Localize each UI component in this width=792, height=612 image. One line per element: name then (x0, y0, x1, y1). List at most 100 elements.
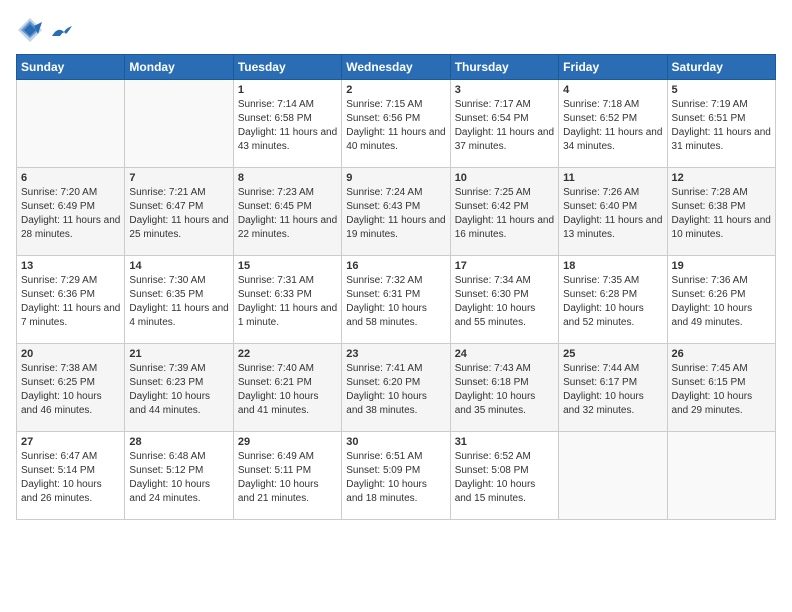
page-header (16, 16, 776, 44)
day-info: Sunrise: 7:29 AM Sunset: 6:36 PM Dayligh… (21, 274, 120, 330)
calendar-week-row: 6Sunrise: 7:20 AM Sunset: 6:49 PM Daylig… (17, 168, 776, 256)
day-number: 14 (129, 260, 228, 272)
day-info: Sunrise: 7:44 AM Sunset: 6:17 PM Dayligh… (563, 362, 662, 418)
calendar-header: SundayMondayTuesdayWednesdayThursdayFrid… (17, 55, 776, 80)
day-number: 22 (238, 348, 337, 360)
calendar-cell: 9 Sunrise: 7:24 AM Sunset: 6:43 PM Daylig… (342, 168, 450, 256)
day-number: 27 (21, 436, 120, 448)
day-info: Sunrise: 7:21 AM Sunset: 6:47 PM Dayligh… (129, 186, 228, 242)
day-info: Sunrise: 6:52 AM Sunset: 5:08 PM Dayligh… (455, 450, 554, 506)
day-info: Sunrise: 7:32 AM Sunset: 6:31 PM Dayligh… (346, 274, 445, 330)
weekday-header: Tuesday (233, 55, 341, 80)
day-number: 3 (455, 84, 554, 96)
day-info: Sunrise: 7:40 AM Sunset: 6:21 PM Dayligh… (238, 362, 337, 418)
calendar-cell: 17 Sunrise: 7:34 AM Sunset: 6:30 PM Dayli… (450, 256, 558, 344)
weekday-header: Friday (559, 55, 667, 80)
day-number: 16 (346, 260, 445, 272)
day-info: Sunrise: 6:47 AM Sunset: 5:14 PM Dayligh… (21, 450, 120, 506)
day-info: Sunrise: 7:23 AM Sunset: 6:45 PM Dayligh… (238, 186, 337, 242)
day-number: 17 (455, 260, 554, 272)
day-info: Sunrise: 6:51 AM Sunset: 5:09 PM Dayligh… (346, 450, 445, 506)
day-number: 23 (346, 348, 445, 360)
weekday-header: Sunday (17, 55, 125, 80)
day-info: Sunrise: 7:31 AM Sunset: 6:33 PM Dayligh… (238, 274, 337, 330)
calendar-cell: 12 Sunrise: 7:28 AM Sunset: 6:38 PM Dayli… (667, 168, 775, 256)
calendar-cell: 5 Sunrise: 7:19 AM Sunset: 6:51 PM Daylig… (667, 80, 775, 168)
calendar-cell: 26Sunrise: 7:45 AM Sunset: 6:15 PM Dayli… (667, 344, 775, 432)
day-info: Sunrise: 7:24 AM Sunset: 6:43 PM Dayligh… (346, 186, 445, 242)
calendar-cell: 25Sunrise: 7:44 AM Sunset: 6:17 PM Dayli… (559, 344, 667, 432)
day-number: 30 (346, 436, 445, 448)
calendar-cell: 29Sunrise: 6:49 AM Sunset: 5:11 PM Dayli… (233, 432, 341, 520)
day-info: Sunrise: 7:28 AM Sunset: 6:38 PM Dayligh… (672, 186, 771, 242)
day-info: Sunrise: 7:39 AM Sunset: 6:23 PM Dayligh… (129, 362, 228, 418)
calendar-cell (17, 80, 125, 168)
day-number: 9 (346, 172, 445, 184)
calendar-cell: 2Sunrise: 7:15 AM Sunset: 6:56 PM Daylig… (342, 80, 450, 168)
day-info: Sunrise: 7:26 AM Sunset: 6:40 PM Dayligh… (563, 186, 662, 242)
calendar-week-row: 1 Sunrise: 7:14 AM Sunset: 6:58 PM Daylig… (17, 80, 776, 168)
calendar-cell (125, 80, 233, 168)
day-number: 7 (129, 172, 228, 184)
calendar-cell: 20Sunrise: 7:38 AM Sunset: 6:25 PM Dayli… (17, 344, 125, 432)
logo-text (48, 22, 72, 38)
day-info: Sunrise: 7:19 AM Sunset: 6:51 PM Dayligh… (672, 98, 771, 154)
calendar-cell: 24 Sunrise: 7:43 AM Sunset: 6:18 PM Dayli… (450, 344, 558, 432)
calendar-cell: 11Sunrise: 7:26 AM Sunset: 6:40 PM Dayli… (559, 168, 667, 256)
day-info: Sunrise: 7:43 AM Sunset: 6:18 PM Dayligh… (455, 362, 554, 418)
calendar-cell: 10 Sunrise: 7:25 AM Sunset: 6:42 PM Dayli… (450, 168, 558, 256)
calendar-table: SundayMondayTuesdayWednesdayThursdayFrid… (16, 54, 776, 520)
logo-icon (16, 16, 44, 44)
weekday-header: Saturday (667, 55, 775, 80)
logo-bird-icon (50, 22, 72, 44)
day-number: 1 (238, 84, 337, 96)
logo (16, 16, 72, 44)
calendar-cell: 28Sunrise: 6:48 AM Sunset: 5:12 PM Dayli… (125, 432, 233, 520)
weekday-header: Monday (125, 55, 233, 80)
calendar-cell: 19 Sunrise: 7:36 AM Sunset: 6:26 PM Dayli… (667, 256, 775, 344)
calendar-cell: 30 Sunrise: 6:51 AM Sunset: 5:09 PM Dayli… (342, 432, 450, 520)
calendar-cell: 15 Sunrise: 7:31 AM Sunset: 6:33 PM Dayli… (233, 256, 341, 344)
calendar-body: 1 Sunrise: 7:14 AM Sunset: 6:58 PM Daylig… (17, 80, 776, 520)
calendar-cell: 16 Sunrise: 7:32 AM Sunset: 6:31 PM Dayli… (342, 256, 450, 344)
day-number: 4 (563, 84, 662, 96)
day-info: Sunrise: 7:38 AM Sunset: 6:25 PM Dayligh… (21, 362, 120, 418)
day-number: 24 (455, 348, 554, 360)
day-number: 19 (672, 260, 771, 272)
calendar-cell: 22 Sunrise: 7:40 AM Sunset: 6:21 PM Dayli… (233, 344, 341, 432)
calendar-cell: 1 Sunrise: 7:14 AM Sunset: 6:58 PM Daylig… (233, 80, 341, 168)
weekday-header: Wednesday (342, 55, 450, 80)
day-number: 2 (346, 84, 445, 96)
day-info: Sunrise: 7:34 AM Sunset: 6:30 PM Dayligh… (455, 274, 554, 330)
day-info: Sunrise: 7:41 AM Sunset: 6:20 PM Dayligh… (346, 362, 445, 418)
calendar-cell: 7 Sunrise: 7:21 AM Sunset: 6:47 PM Daylig… (125, 168, 233, 256)
calendar-week-row: 27 Sunrise: 6:47 AM Sunset: 5:14 PM Dayli… (17, 432, 776, 520)
calendar-week-row: 13Sunrise: 7:29 AM Sunset: 6:36 PM Dayli… (17, 256, 776, 344)
day-number: 12 (672, 172, 771, 184)
calendar-cell: 4Sunrise: 7:18 AM Sunset: 6:52 PM Daylig… (559, 80, 667, 168)
day-number: 5 (672, 84, 771, 96)
day-number: 29 (238, 436, 337, 448)
day-number: 8 (238, 172, 337, 184)
calendar-cell: 18Sunrise: 7:35 AM Sunset: 6:28 PM Dayli… (559, 256, 667, 344)
day-number: 31 (455, 436, 554, 448)
day-number: 15 (238, 260, 337, 272)
day-number: 21 (129, 348, 228, 360)
weekday-header: Thursday (450, 55, 558, 80)
calendar-cell: 3Sunrise: 7:17 AM Sunset: 6:54 PM Daylig… (450, 80, 558, 168)
calendar-cell (559, 432, 667, 520)
day-info: Sunrise: 6:48 AM Sunset: 5:12 PM Dayligh… (129, 450, 228, 506)
calendar-cell: 31 Sunrise: 6:52 AM Sunset: 5:08 PM Dayli… (450, 432, 558, 520)
day-info: Sunrise: 7:25 AM Sunset: 6:42 PM Dayligh… (455, 186, 554, 242)
day-info: Sunrise: 7:36 AM Sunset: 6:26 PM Dayligh… (672, 274, 771, 330)
day-info: Sunrise: 7:14 AM Sunset: 6:58 PM Dayligh… (238, 98, 337, 154)
calendar-cell (667, 432, 775, 520)
calendar-cell: 6Sunrise: 7:20 AM Sunset: 6:49 PM Daylig… (17, 168, 125, 256)
calendar-cell: 8 Sunrise: 7:23 AM Sunset: 6:45 PM Daylig… (233, 168, 341, 256)
calendar-week-row: 20Sunrise: 7:38 AM Sunset: 6:25 PM Dayli… (17, 344, 776, 432)
day-number: 10 (455, 172, 554, 184)
calendar-cell: 14Sunrise: 7:30 AM Sunset: 6:35 PM Dayli… (125, 256, 233, 344)
calendar-cell: 23 Sunrise: 7:41 AM Sunset: 6:20 PM Dayli… (342, 344, 450, 432)
day-info: Sunrise: 7:45 AM Sunset: 6:15 PM Dayligh… (672, 362, 771, 418)
day-number: 18 (563, 260, 662, 272)
